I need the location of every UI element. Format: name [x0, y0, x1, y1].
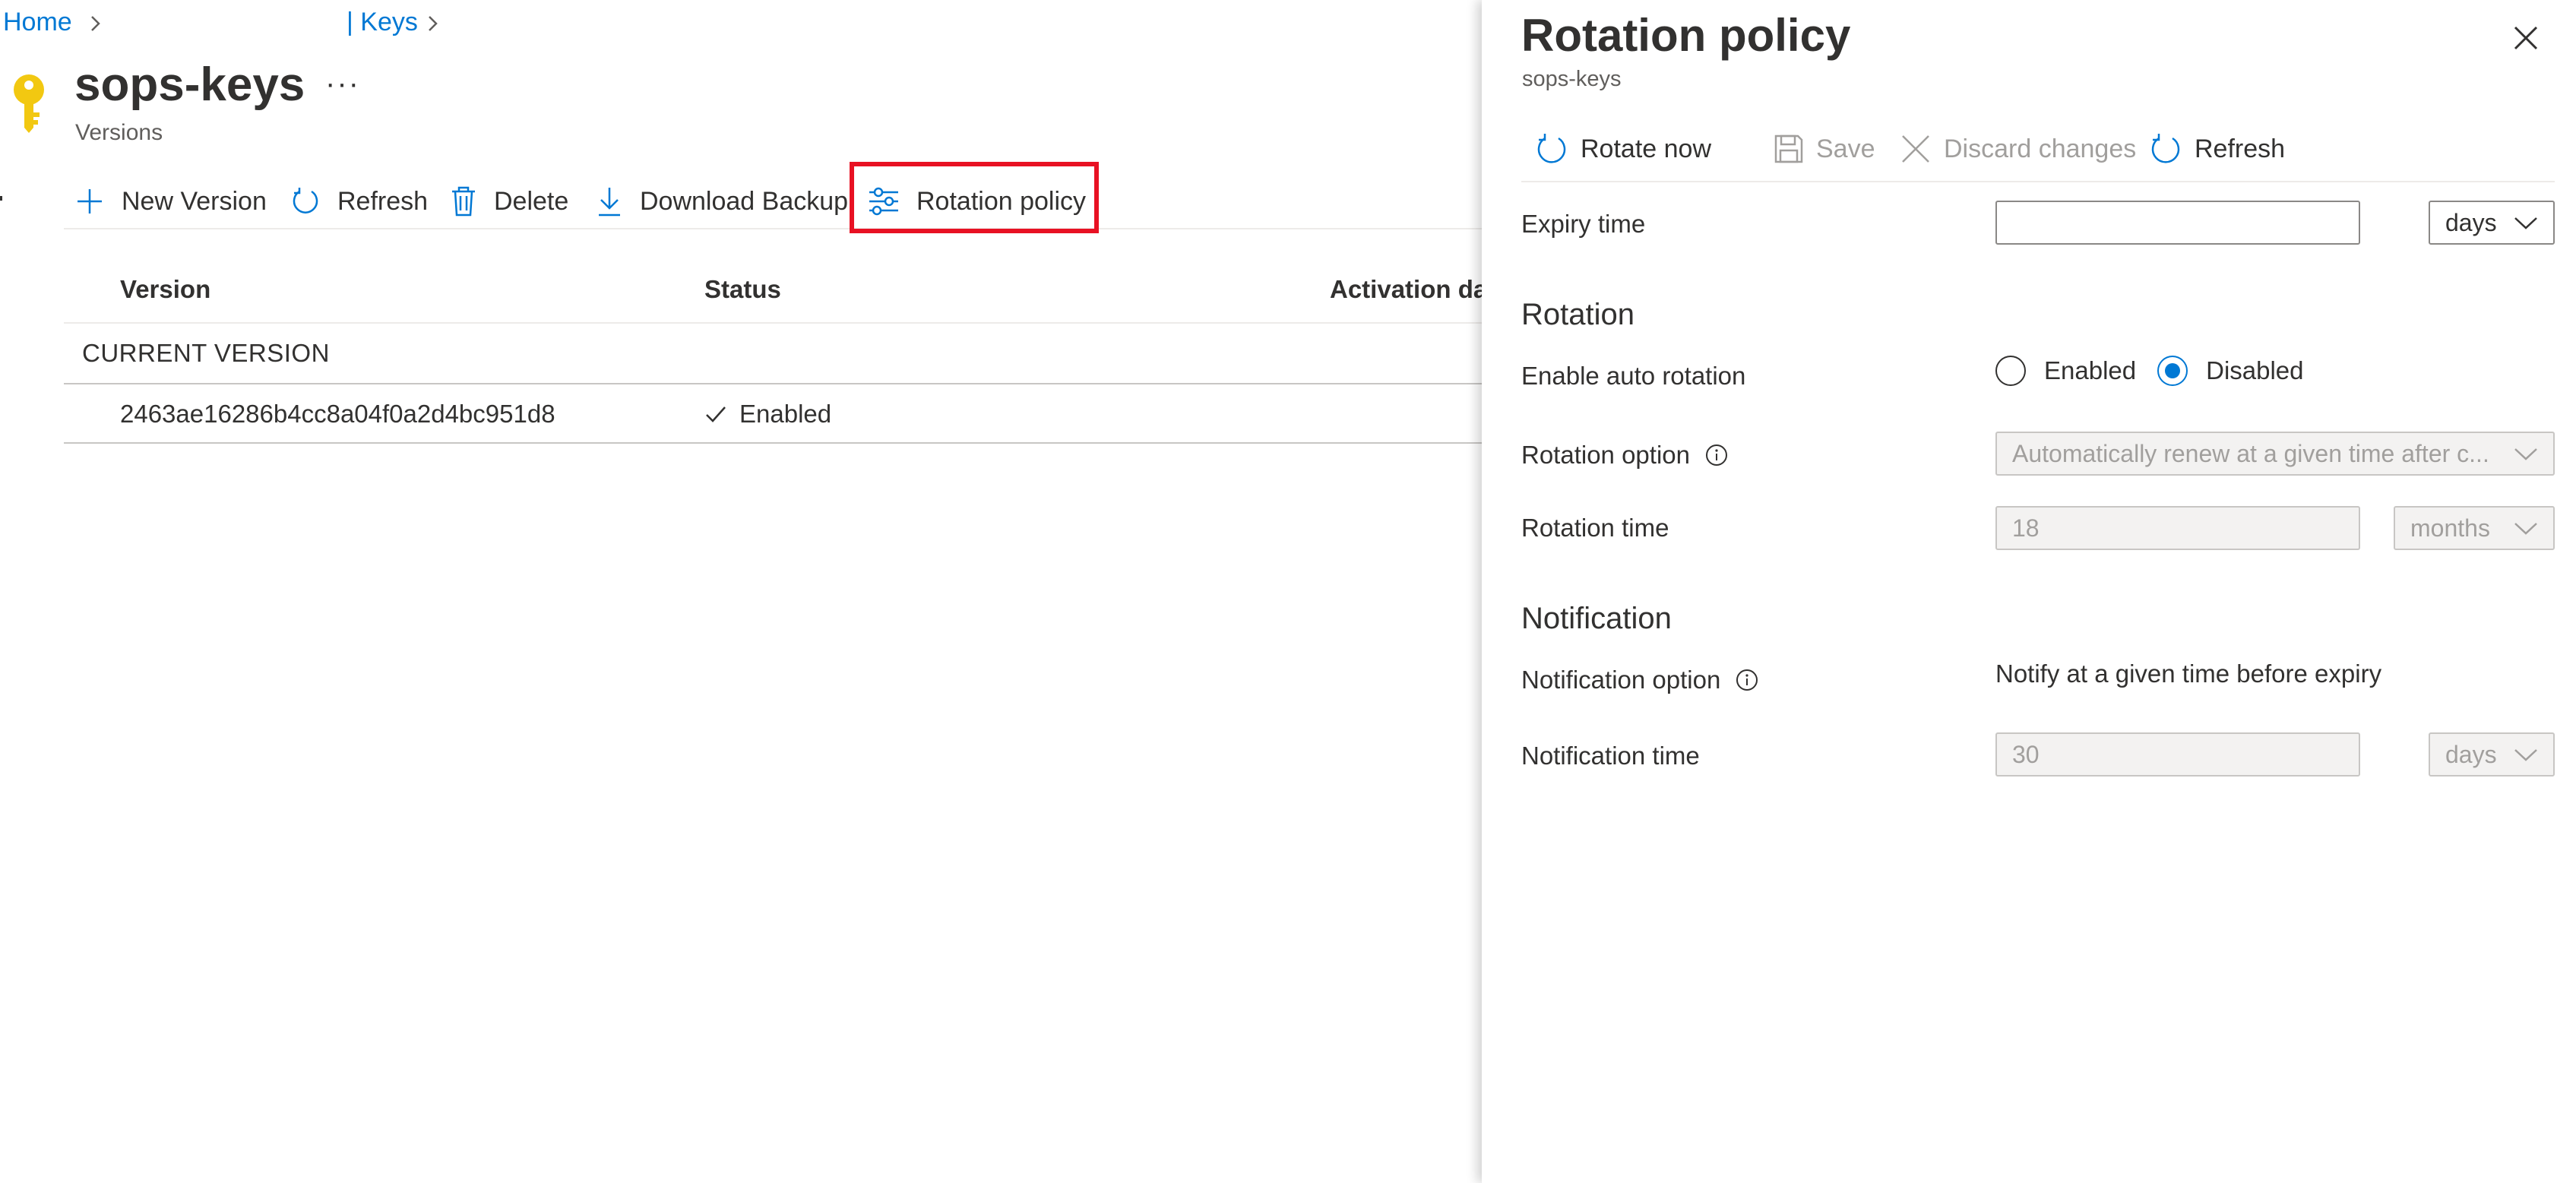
- expiry-unit-value: days: [2445, 208, 2497, 236]
- rotation-section-heading: Rotation: [1521, 298, 1635, 331]
- radio-enabled-label: Enabled: [2044, 356, 2137, 384]
- plus-icon: [78, 189, 102, 214]
- trash-icon: [452, 186, 475, 217]
- breadcrumb-keys-link[interactable]: | Keys: [347, 8, 418, 37]
- discard-changes-label: Discard changes: [1944, 134, 2137, 163]
- chevron-down-icon: [2514, 448, 2537, 460]
- close-icon: [1902, 135, 1929, 163]
- page-subtitle: Versions: [75, 120, 163, 145]
- rotation-policy-panel: Rotation policy sops-keys Rotate now Sav…: [1482, 0, 2576, 1183]
- delete-button[interactable]: Delete: [450, 182, 568, 220]
- discard-changes-button[interactable]: Discard changes: [1900, 126, 2136, 172]
- info-icon[interactable]: [1705, 444, 1728, 467]
- new-version-label: New Version: [122, 186, 267, 216]
- notification-time-label: Notification time: [1521, 742, 1700, 770]
- save-label: Save: [1816, 134, 1875, 163]
- column-header-status[interactable]: Status: [704, 275, 781, 304]
- enable-auto-rotation-label: Enable auto rotation: [1521, 362, 1746, 390]
- refresh-icon: [293, 188, 318, 214]
- column-header-activation-date[interactable]: Activation dat: [1330, 275, 1495, 304]
- panel-command-bar: Rotate now Save Discard changes Refresh: [1521, 122, 2555, 182]
- expiry-time-label: Expiry time: [1521, 210, 1646, 238]
- panel-subtitle: sops-keys: [1522, 67, 1622, 91]
- download-icon: [599, 188, 620, 217]
- refresh-icon: [2151, 134, 2180, 163]
- info-icon[interactable]: [1736, 669, 1758, 691]
- delete-label: Delete: [494, 186, 569, 216]
- panel-refresh-button[interactable]: Refresh: [2149, 126, 2285, 172]
- version-id[interactable]: 2463ae16286b4cc8a04f0a2d4bc951d8: [120, 400, 555, 429]
- expiry-unit-select[interactable]: days: [2429, 201, 2555, 245]
- key-icon: [9, 73, 49, 134]
- refresh-button[interactable]: Refresh: [290, 182, 428, 220]
- chevron-down-icon: [2514, 523, 2537, 535]
- close-panel-button[interactable]: [2509, 21, 2543, 55]
- new-version-button[interactable]: New Version: [74, 182, 267, 220]
- rotation-option-label: Rotation option: [1521, 441, 1728, 470]
- rotation-time-input[interactable]: [1995, 506, 2360, 550]
- panel-refresh-label: Refresh: [2195, 134, 2286, 163]
- auto-rotation-enabled-radio[interactable]: Enabled: [1995, 356, 2136, 386]
- command-bar: New Version Refresh Delete Download Back…: [64, 172, 1485, 229]
- notification-option-label: Notification option: [1521, 666, 1758, 694]
- checkmark-icon: [706, 406, 726, 422]
- download-backup-button[interactable]: Download Backup: [596, 182, 848, 220]
- auto-rotation-radio-group: Enabled Disabled: [1995, 351, 2325, 391]
- rotation-time-unit-value: months: [2410, 514, 2490, 542]
- rotate-now-button[interactable]: Rotate now: [1535, 126, 1711, 172]
- table-row[interactable]: 2463ae16286b4cc8a04f0a2d4bc951d8 Enabled: [64, 384, 1485, 444]
- close-icon: [2514, 26, 2538, 50]
- chevron-right-icon: [426, 8, 441, 45]
- rotation-option-value: Automatically renew at a given time afte…: [2012, 439, 2489, 467]
- chevron-down-icon: [2514, 749, 2537, 761]
- rotation-time-label: Rotation time: [1521, 514, 1669, 542]
- column-header-version[interactable]: Version: [120, 275, 210, 304]
- radio-disabled-label: Disabled: [2206, 356, 2304, 384]
- status-text: Enabled: [739, 400, 832, 428]
- group-label: CURRENT VERSION: [82, 339, 330, 367]
- notification-option-value: Notify at a given time before expiry: [1995, 660, 2382, 688]
- notification-time-unit-select[interactable]: days: [2429, 732, 2555, 777]
- table-header: Version Status Activation dat: [64, 258, 1495, 324]
- radio-circle: [1995, 356, 2026, 386]
- panel-title: Rotation policy: [1521, 10, 1851, 61]
- rotate-now-label: Rotate now: [1581, 134, 1711, 163]
- notification-time-unit-value: days: [2445, 740, 2497, 768]
- expiry-time-input[interactable]: [1995, 201, 2360, 245]
- rotation-option-select[interactable]: Automatically renew at a given time afte…: [1995, 432, 2555, 476]
- save-button[interactable]: Save: [1774, 126, 1875, 172]
- more-options-button[interactable]: ···: [325, 67, 360, 101]
- notification-time-input[interactable]: [1995, 732, 2360, 777]
- notification-section-heading: Notification: [1521, 602, 1672, 635]
- rotation-time-unit-select[interactable]: months: [2394, 506, 2555, 550]
- radio-circle-selected: [2157, 356, 2188, 386]
- page-title: sops-keys: [74, 59, 305, 111]
- refresh-icon: [1537, 134, 1566, 163]
- refresh-label: Refresh: [337, 186, 429, 216]
- rotation-policy-highlight: [850, 162, 1099, 233]
- rotation-option-text: Rotation option: [1521, 441, 1690, 469]
- page: Home | Keys sops-keys ··· Versions New V…: [0, 0, 2576, 1183]
- chevron-right-icon: [88, 8, 103, 45]
- save-icon: [1774, 134, 1803, 163]
- group-header-current-version: CURRENT VERSION: [64, 324, 1485, 384]
- breadcrumb-home-link[interactable]: Home: [3, 8, 72, 37]
- collapsed-nav-marker: [0, 196, 2, 201]
- download-backup-label: Download Backup: [640, 186, 849, 216]
- chevron-down-icon: [2514, 217, 2537, 229]
- notification-option-text: Notification option: [1521, 666, 1721, 694]
- status-cell: Enabled: [704, 400, 831, 429]
- auto-rotation-disabled-radio[interactable]: Disabled: [2157, 356, 2304, 386]
